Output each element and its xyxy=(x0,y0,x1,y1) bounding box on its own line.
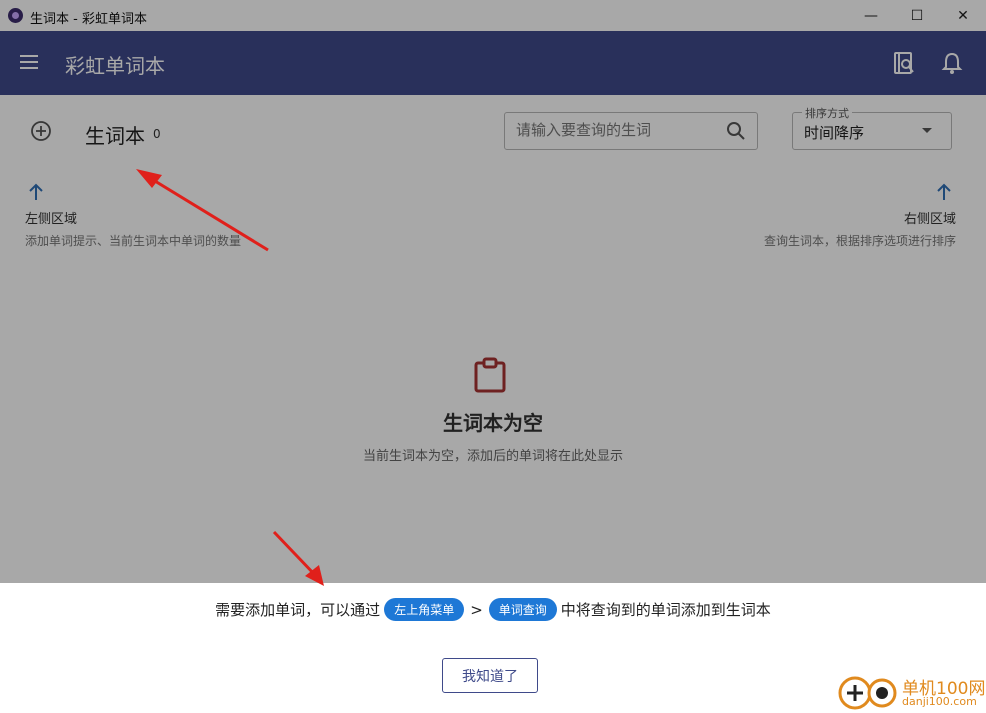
modal-overlay[interactable] xyxy=(0,0,986,583)
tip-separator: > xyxy=(470,600,483,619)
watermark-subtext: danji100.com xyxy=(902,695,977,708)
tip-text-after: 中将查询到的单词添加到生词本 xyxy=(560,601,771,619)
watermark: 单机100网 danji100.com xyxy=(836,672,986,712)
menu-chip: 左上角菜单 xyxy=(384,598,465,621)
tip-text-before: 需要添加单词，可以通过 xyxy=(215,601,381,619)
got-it-button[interactable]: 我知道了 xyxy=(442,658,538,693)
tip-message: 需要添加单词，可以通过 左上角菜单 > 单词查询 中将查询到的单词添加到生词本 xyxy=(0,598,986,621)
watermark-logo-icon xyxy=(838,676,897,710)
word-lookup-chip: 单词查询 xyxy=(488,598,557,621)
